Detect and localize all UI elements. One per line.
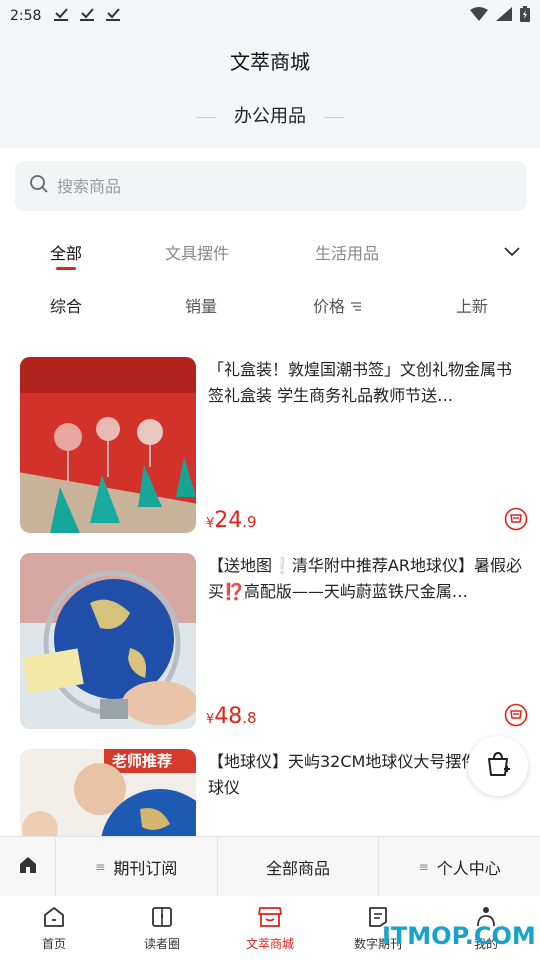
product-card[interactable]: 老师推荐 【地球仪】天屿32CM地球仪大号摆件AR地球仪 xyxy=(20,749,530,836)
shop-icon xyxy=(257,906,283,931)
active-indicator xyxy=(56,267,76,270)
sort-newest[interactable]: 上新 xyxy=(456,293,488,317)
sort-comprehensive[interactable]: 综合 xyxy=(50,293,82,317)
product-badge: 老师推荐 xyxy=(112,752,173,770)
tab-label: 全部 xyxy=(50,244,83,263)
section-title-wrap: 办公用品 xyxy=(0,102,540,128)
home-icon xyxy=(42,906,66,931)
download-done-icon xyxy=(105,7,121,25)
search-input[interactable] xyxy=(57,176,457,196)
filter-icon xyxy=(350,297,362,316)
tab-home[interactable]: 首页 xyxy=(0,896,108,960)
tab-reader-circle[interactable]: 读者圈 xyxy=(108,896,216,960)
tab-label: 文具摆件 xyxy=(165,244,230,263)
chevron-down-icon[interactable] xyxy=(504,242,520,261)
page-header: 文萃商城 办公用品 xyxy=(0,32,540,148)
price-int: 24 xyxy=(214,508,243,533)
divider xyxy=(196,116,216,118)
home-icon xyxy=(18,855,38,879)
menu-icon: ≡ xyxy=(418,859,429,874)
status-bar: 2:58 xyxy=(0,0,540,32)
subnav-label: 期刊订阅 xyxy=(113,858,178,878)
product-title[interactable]: 「礼盒装！敦煌国潮书签」文创礼物金属书签礼盒装 学生商务礼品教师节送… xyxy=(208,357,524,409)
sort-sales[interactable]: 销量 xyxy=(185,293,217,317)
download-done-icon xyxy=(53,7,69,25)
tab-shop[interactable]: 文萃商城 xyxy=(216,896,324,960)
add-to-cart-icon[interactable] xyxy=(504,703,528,727)
menu-icon: ≡ xyxy=(95,859,106,874)
sort-price[interactable]: 价格 xyxy=(313,293,362,317)
section-title: 办公用品 xyxy=(234,106,306,127)
watermark-text: ITMOP.COM xyxy=(382,922,536,950)
book-icon xyxy=(150,906,174,931)
search-icon xyxy=(29,174,49,198)
status-time: 2:58 xyxy=(10,8,42,24)
product-card[interactable]: 「礼盒装！敦煌国潮书签」文创礼物金属书签礼盒装 学生商务礼品教师节送… ¥24.… xyxy=(20,357,530,533)
subnav-label: 全部商品 xyxy=(266,858,331,878)
battery-icon xyxy=(520,6,530,26)
sort-price-label: 价格 xyxy=(313,297,346,316)
shopping-bag-icon xyxy=(483,749,513,783)
download-done-icon xyxy=(79,7,95,25)
shop-home-button[interactable] xyxy=(0,837,56,896)
shop-sub-navigation: ≡ 期刊订阅 全部商品 ≡ 个人中心 xyxy=(0,836,540,896)
tab-stationery[interactable]: 文具摆件 xyxy=(165,240,229,264)
subnav-all-products[interactable]: 全部商品 xyxy=(218,837,380,896)
tab-label: 读者圈 xyxy=(143,937,180,951)
product-price: ¥48.8 xyxy=(206,704,257,729)
subnav-profile-center[interactable]: ≡ 个人中心 xyxy=(379,837,540,896)
product-image[interactable] xyxy=(20,357,196,533)
product-price: ¥24.9 xyxy=(206,508,257,533)
tab-all[interactable]: 全部 xyxy=(50,240,83,270)
tab-label: 首页 xyxy=(41,937,66,951)
divider xyxy=(324,116,344,118)
app-title: 文萃商城 xyxy=(230,50,310,74)
price-dec: .9 xyxy=(242,513,257,531)
search-bar[interactable] xyxy=(15,161,526,211)
add-to-cart-icon[interactable] xyxy=(504,507,528,531)
tab-label: 生活用品 xyxy=(315,244,380,263)
sort-bar: 综合 销量 价格 上新 xyxy=(0,285,540,325)
product-card[interactable]: 【送地图❕清华附中推荐AR地球仪】暑假必买⁉️高配版——天屿蔚蓝铁尺金属… ¥4… xyxy=(20,553,530,729)
wifi-icon xyxy=(470,7,488,25)
tab-label: 文萃商城 xyxy=(245,937,294,951)
tab-daily-goods[interactable]: 生活用品 xyxy=(315,240,379,264)
price-dec: .8 xyxy=(242,709,257,727)
product-title[interactable]: 【送地图❕清华附中推荐AR地球仪】暑假必买⁉️高配版——天屿蔚蓝铁尺金属… xyxy=(208,553,524,605)
subnav-subscriptions[interactable]: ≡ 期刊订阅 xyxy=(56,837,218,896)
subnav-label: 个人中心 xyxy=(436,858,501,878)
category-tabs: 全部 文具摆件 生活用品 xyxy=(0,230,540,270)
cart-float-button[interactable] xyxy=(468,736,528,796)
product-image[interactable]: 老师推荐 xyxy=(20,749,196,836)
price-int: 48 xyxy=(214,704,243,729)
product-image[interactable] xyxy=(20,553,196,729)
signal-icon xyxy=(496,7,512,25)
